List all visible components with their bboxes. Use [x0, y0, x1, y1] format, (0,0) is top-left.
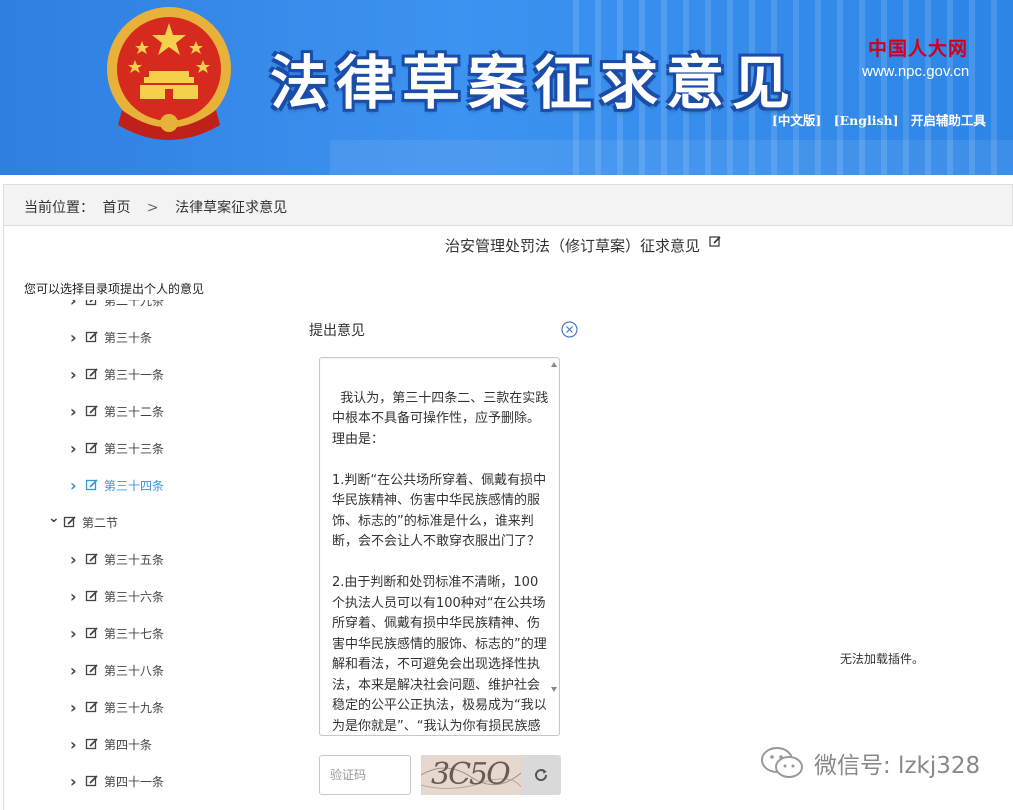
tree-item-label: 第三十一条 [104, 367, 165, 382]
chevron-right-icon[interactable]: › [70, 476, 82, 495]
chevron-right-icon[interactable]: › [70, 439, 82, 458]
edit-checkbox-icon[interactable] [85, 663, 99, 677]
header-banner: 法律草案征求意见 中国人大网 www.npc.gov.cn [中文版] [Eng… [0, 0, 1013, 175]
edit-checkbox-icon[interactable] [85, 441, 99, 455]
tree-item[interactable]: › 第三十四条 [70, 475, 164, 495]
chevron-down-icon[interactable]: ⌄ [48, 510, 60, 526]
textarea-scrollbar[interactable] [551, 362, 557, 692]
captcha-input[interactable] [319, 755, 411, 795]
tree-item-label: 第三十二条 [104, 404, 165, 419]
tree-item[interactable]: ⌄ 第二节 [48, 510, 119, 532]
npc-site-logo[interactable]: 中国人大网 [868, 34, 968, 61]
breadcrumb-current: 法律草案征求意见 [175, 200, 288, 216]
tree-item[interactable]: › 第三十五条 [70, 549, 164, 569]
tree-item[interactable]: › 第三十九条 [70, 697, 164, 717]
tree-item-label: 第三十五条 [104, 552, 165, 567]
page-banner-title: 法律草案征求意见 [270, 49, 799, 117]
language-bar: [中文版] [English] 开启辅助工具 [772, 110, 994, 129]
tree-item-label: 第三十九条 [104, 700, 165, 715]
breadcrumb-home-link[interactable]: 首页 [102, 200, 130, 216]
chevron-right-icon[interactable]: › [70, 587, 82, 606]
edit-icon[interactable] [709, 235, 722, 248]
refresh-icon [535, 769, 548, 782]
edit-checkbox-icon[interactable] [63, 515, 77, 529]
tree-item[interactable]: › 第四十一条 [70, 771, 164, 791]
tree-item[interactable]: › 第三十六条 [70, 586, 164, 606]
wechat-id: 微信号: lzkj328 [814, 753, 981, 779]
tree-item[interactable]: › 第三十三条 [70, 438, 164, 458]
accessibility-tools-link[interactable]: 开启辅助工具 [911, 113, 986, 128]
tree-item-label: 第三十八条 [104, 663, 165, 678]
page-title-text: 治安管理处罚法（修订草案）征求意见 [445, 237, 701, 255]
tree-item-label: 第四十一条 [104, 774, 165, 789]
tree-item[interactable]: › 第三十二条 [70, 401, 164, 421]
tree-item[interactable]: › 第二十九条 [70, 300, 164, 310]
wechat-watermark: 微信号: lzkj328 [760, 746, 980, 780]
tree-item[interactable]: › 第三十一条 [70, 364, 164, 384]
dialog-title: 提出意见 [309, 323, 365, 339]
chevron-right-icon[interactable]: › [70, 772, 82, 791]
opinion-textarea[interactable]: 我认为，第三十四条二、三款在实践中根本不具备可操作性，应予删除。理由是： 1.判… [319, 357, 560, 736]
refresh-captcha-button[interactable] [521, 755, 561, 795]
breadcrumb-prefix: 当前位置： [24, 200, 94, 216]
outline-tree: › 第二十九条 › 第三十条 › 第三十一条 › 第三十二条 › 第三十三条 › 第三十四条 ⌄ 第二节 ›… [0, 300, 300, 810]
edit-checkbox-icon[interactable] [85, 367, 99, 381]
national-emblem-icon [107, 7, 231, 140]
chevron-right-icon[interactable]: › [70, 365, 82, 384]
edit-checkbox-icon[interactable] [85, 552, 99, 566]
edit-checkbox-icon[interactable] [85, 737, 99, 751]
edit-checkbox-icon[interactable] [85, 700, 99, 714]
chevron-right-icon[interactable]: › [70, 550, 82, 569]
chevron-right-icon[interactable]: › [70, 328, 82, 347]
tree-item-label: 第四十条 [104, 737, 153, 752]
tree-item-label: 第三十六条 [104, 589, 165, 604]
tree-item[interactable]: › 第三十八条 [70, 660, 164, 680]
banner-strip [330, 140, 1013, 175]
page-title: 治安管理处罚法（修订草案）征求意见 [445, 235, 722, 256]
captcha-text: 3C5O [431, 757, 511, 792]
plugin-error-message: 无法加载插件。 [840, 652, 925, 666]
close-icon[interactable] [561, 321, 578, 338]
tree-item[interactable]: › 第三十七条 [70, 623, 164, 643]
tree-item-label: 第三十四条 [104, 478, 165, 493]
tree-hint: 您可以选择目录项提出个人的意见 [24, 282, 205, 296]
edit-checkbox-icon[interactable] [85, 404, 99, 418]
chevron-right-icon[interactable]: › [70, 661, 82, 680]
lang-chinese-link[interactable]: [中文版] [772, 113, 821, 128]
edit-checkbox-icon[interactable] [85, 589, 99, 603]
tree-item-label: 第二十九条 [104, 300, 165, 308]
tree-item[interactable]: › 第三十条 [70, 327, 152, 347]
breadcrumb-separator: > [146, 200, 159, 216]
edit-checkbox-icon[interactable] [85, 774, 99, 788]
edit-checkbox-icon[interactable] [85, 626, 99, 640]
chevron-right-icon[interactable]: › [70, 624, 82, 643]
chevron-right-icon[interactable]: › [70, 735, 82, 754]
chevron-right-icon[interactable]: › [70, 402, 82, 421]
wechat-icon [761, 747, 803, 778]
npc-site-url[interactable]: www.npc.gov.cn [862, 63, 969, 80]
tree-item-label: 第三十三条 [104, 441, 165, 456]
breadcrumb: 当前位置： 首页 > 法律草案征求意见 [3, 184, 1013, 226]
lang-english-link[interactable]: [English] [834, 113, 899, 128]
opinion-text: 我认为，第三十四条二、三款在实践中根本不具备可操作性，应予删除。理由是： 1.判… [332, 390, 549, 734]
tree-item-label: 第三十条 [104, 330, 153, 345]
edit-checkbox-icon[interactable] [85, 478, 99, 492]
tree-item-label: 第二节 [82, 515, 119, 530]
tree-item[interactable]: › 第四十条 [70, 734, 152, 754]
chevron-right-icon[interactable]: › [70, 698, 82, 717]
edit-checkbox-icon[interactable] [85, 330, 99, 344]
captcha-image: 3C5O [421, 755, 521, 795]
tree-item-label: 第三十七条 [104, 626, 165, 641]
chevron-right-icon[interactable]: › [70, 300, 82, 310]
edit-checkbox-icon[interactable] [85, 300, 99, 307]
